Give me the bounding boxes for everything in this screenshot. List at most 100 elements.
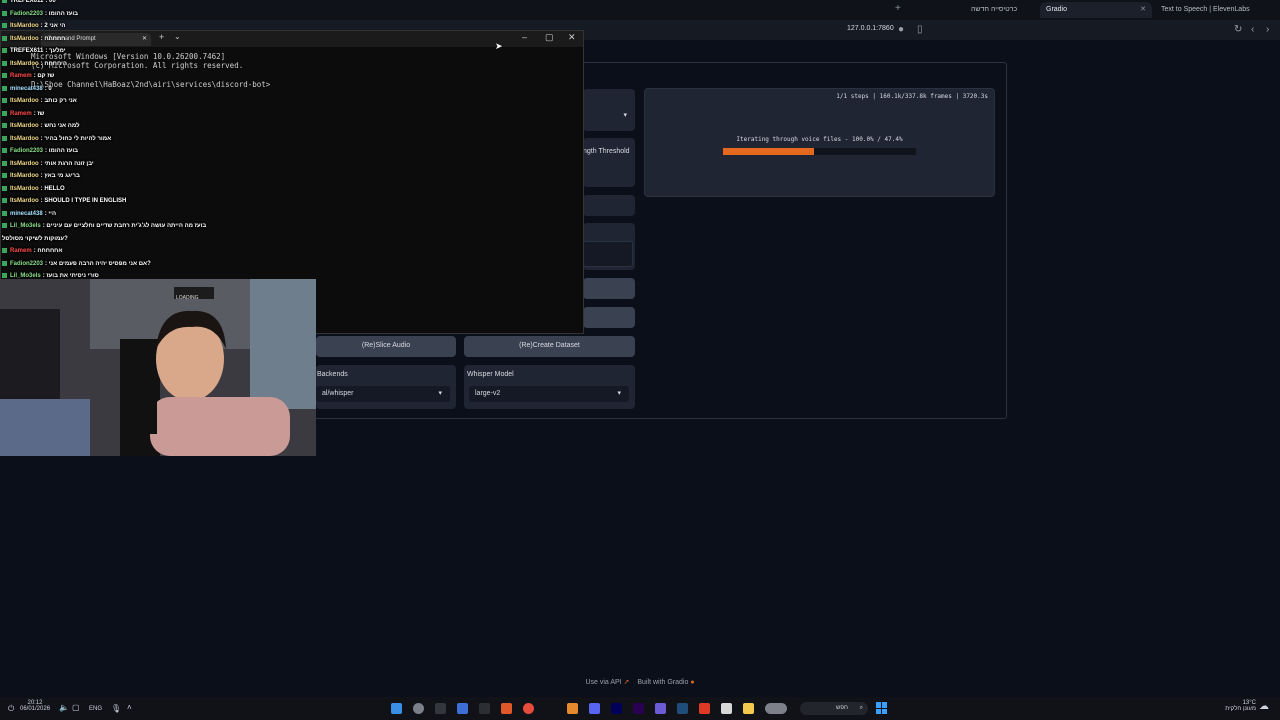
chat-badge-icon — [2, 73, 7, 78]
chat-badge-icon — [2, 248, 7, 253]
chevron-up-icon[interactable]: ˄ — [127, 703, 132, 712]
app-icon-folder[interactable] — [743, 703, 754, 714]
chat-message: עמוקות לשיקוי מסולסל? — [2, 236, 68, 242]
taskbar-search[interactable]: חפש ⌕ — [800, 702, 868, 715]
app-icon-discord[interactable] — [589, 703, 600, 714]
volume-icon[interactable]: 🔈 — [59, 703, 69, 712]
app-icon-orange[interactable] — [501, 703, 512, 714]
new-tab-button[interactable]: + — [895, 3, 901, 14]
chat-text: 00 — [49, 0, 56, 5]
whisper-model-dropdown[interactable]: large-v2 ▾ — [469, 386, 629, 402]
app-icon-steam[interactable] — [677, 703, 688, 714]
browser-tab-gradio[interactable]: Gradio ✕ — [1040, 2, 1152, 18]
browser-tab-elevenlabs[interactable]: Text to Speech | ElevenLabs — [1155, 2, 1260, 18]
start-button[interactable] — [876, 702, 888, 714]
close-tab-icon[interactable]: ✕ — [142, 33, 147, 46]
chat-username: Fadion2203 — [10, 260, 44, 267]
backends-dropdown[interactable]: al/whisper ▾ — [316, 386, 450, 402]
chat-badge-icon — [2, 110, 7, 116]
close-window-icon[interactable]: ✕ — [568, 32, 576, 43]
chevron-down-icon: ▾ — [617, 390, 621, 397]
weather-widget[interactable]: 13°C מעונן חלקית — [1208, 700, 1256, 712]
bluetooth-icon[interactable]: ⏻ — [8, 704, 14, 714]
browser-tab-bar: כרטיסייה חדשה Gradio ✕ Text to Speech | … — [0, 0, 1280, 20]
app-icon-explorer[interactable] — [391, 703, 402, 714]
action-button[interactable] — [583, 307, 635, 328]
chat-badge-icon — [2, 198, 7, 203]
chat-text: בועז מה הייתה עושה לג'ג'ית רחבת שדיים וח… — [46, 223, 207, 230]
weather-cloud-icon: ☁ — [1259, 701, 1269, 712]
chat-message: ItsMardoo: הי אני 2 — [2, 23, 65, 29]
reload-icon[interactable]: ↻ — [1234, 24, 1242, 35]
app-icon-blender[interactable] — [567, 703, 578, 714]
chat-username: ItsMardoo — [10, 173, 39, 180]
app-icon-premiere[interactable] — [633, 703, 644, 714]
chevron-down-icon[interactable]: ▾ — [623, 111, 627, 119]
cmd-prompt-line[interactable]: D:\Shoe Channel\HaBoaz\2nd\airi\services… — [31, 80, 270, 89]
app-icon-after-effects[interactable] — [611, 703, 622, 714]
chat-text: בריגג מי באץ — [44, 173, 80, 180]
threshold-label: ngth Threshold — [583, 148, 630, 155]
chat-username: Ramem — [10, 248, 32, 255]
chat-badge-icon — [2, 260, 7, 266]
backends-panel: Backends al/whisper ▾ — [316, 365, 456, 409]
chat-message: ItsMardoo: אמור להיות לי כחול בהיר — [2, 135, 111, 142]
display-icon[interactable]: ▢ — [72, 703, 80, 712]
chat-text: שז קם — [37, 73, 55, 80]
app-icon-chrome[interactable] — [523, 703, 534, 714]
chat-message: TREFEX611: 00 — [2, 0, 56, 4]
backends-value: al/whisper — [322, 390, 354, 397]
minimize-icon[interactable]: – — [522, 32, 527, 42]
app-icon-unity[interactable] — [479, 703, 490, 714]
weather-desc: מעונן חלקית — [1225, 706, 1256, 712]
slice-audio-button[interactable]: (Re)Slice Audio — [316, 336, 456, 357]
chat-username: ItsMardoo — [10, 60, 39, 67]
chat-badge-icon — [2, 0, 7, 3]
bookmark-icon[interactable]: ▯ — [917, 24, 923, 35]
text-input[interactable] — [583, 241, 633, 267]
url-field[interactable]: 127.0.0.1:7860 — [847, 25, 894, 32]
browser-tab-newtab[interactable]: כרטיסייה חדשה — [965, 2, 1037, 18]
app-icon-notepad[interactable] — [721, 703, 732, 714]
chat-message: Ramem: אחחחחח — [2, 248, 62, 254]
action-button[interactable] — [583, 278, 635, 299]
maximize-icon[interactable]: ▢ — [545, 32, 554, 43]
back-icon[interactable]: ‹ — [1251, 24, 1254, 35]
chat-badge-icon — [2, 10, 7, 16]
app-icon-wide[interactable] — [765, 703, 787, 714]
app-icon-brave[interactable] — [699, 703, 710, 714]
whisper-model-panel: Whisper Model large-v2 ▾ — [464, 365, 635, 409]
chat-badge-icon — [2, 60, 7, 66]
chat-username: Fadion2203 — [10, 148, 44, 155]
close-tab-icon[interactable]: ✕ — [1140, 2, 1146, 18]
chat-text: חחחחח — [44, 35, 66, 42]
chat-username: ItsMardoo — [10, 98, 39, 105]
chat-message: Fadion2203: אם אני מפסיס יהיה הרבה פעמים… — [2, 260, 151, 267]
mic-icon[interactable]: 🎙 — [111, 704, 121, 713]
site-info-icon[interactable]: ● — [898, 24, 904, 35]
create-dataset-button[interactable]: (Re)Create Dataset — [464, 336, 635, 357]
chat-username: ItsMardoo — [10, 123, 39, 130]
chat-text: שז — [37, 110, 45, 117]
use-api-link[interactable]: Use via API — [585, 679, 621, 686]
app-icon-circle[interactable] — [413, 703, 424, 714]
chat-username: ItsMardoo — [10, 160, 39, 167]
progress-bar — [723, 148, 916, 155]
built-with-gradio-link[interactable]: Built with Gradio — [637, 679, 688, 686]
gradio-footer: Use via API ➚ Built with Gradio ● — [0, 678, 1280, 686]
app-icon-terminal[interactable] — [435, 703, 446, 714]
chat-text: בועז ההומו — [48, 10, 78, 17]
chat-message: ItsMardoo: בריגג מי באץ — [2, 173, 80, 179]
chat-text: אם אני מפסיס יהיה הרבה פעמים אני? — [48, 260, 151, 267]
chevron-down-icon[interactable]: ⌄ — [174, 32, 181, 41]
app-icon-obs[interactable] — [655, 703, 666, 714]
chat-badge-icon — [2, 223, 7, 228]
new-tab-icon[interactable]: + — [159, 32, 164, 42]
chat-message: TREFEX611: ימלעך — [2, 48, 66, 54]
forward-icon[interactable]: › — [1266, 24, 1269, 35]
app-icon-vscode[interactable] — [457, 703, 468, 714]
chat-username: Lil_Mo3els — [10, 223, 41, 230]
chat-username: ItsMardoo — [10, 185, 39, 192]
language-indicator[interactable]: ENG — [89, 706, 102, 712]
clock[interactable]: 20:12 06/01/2026 — [20, 700, 50, 712]
